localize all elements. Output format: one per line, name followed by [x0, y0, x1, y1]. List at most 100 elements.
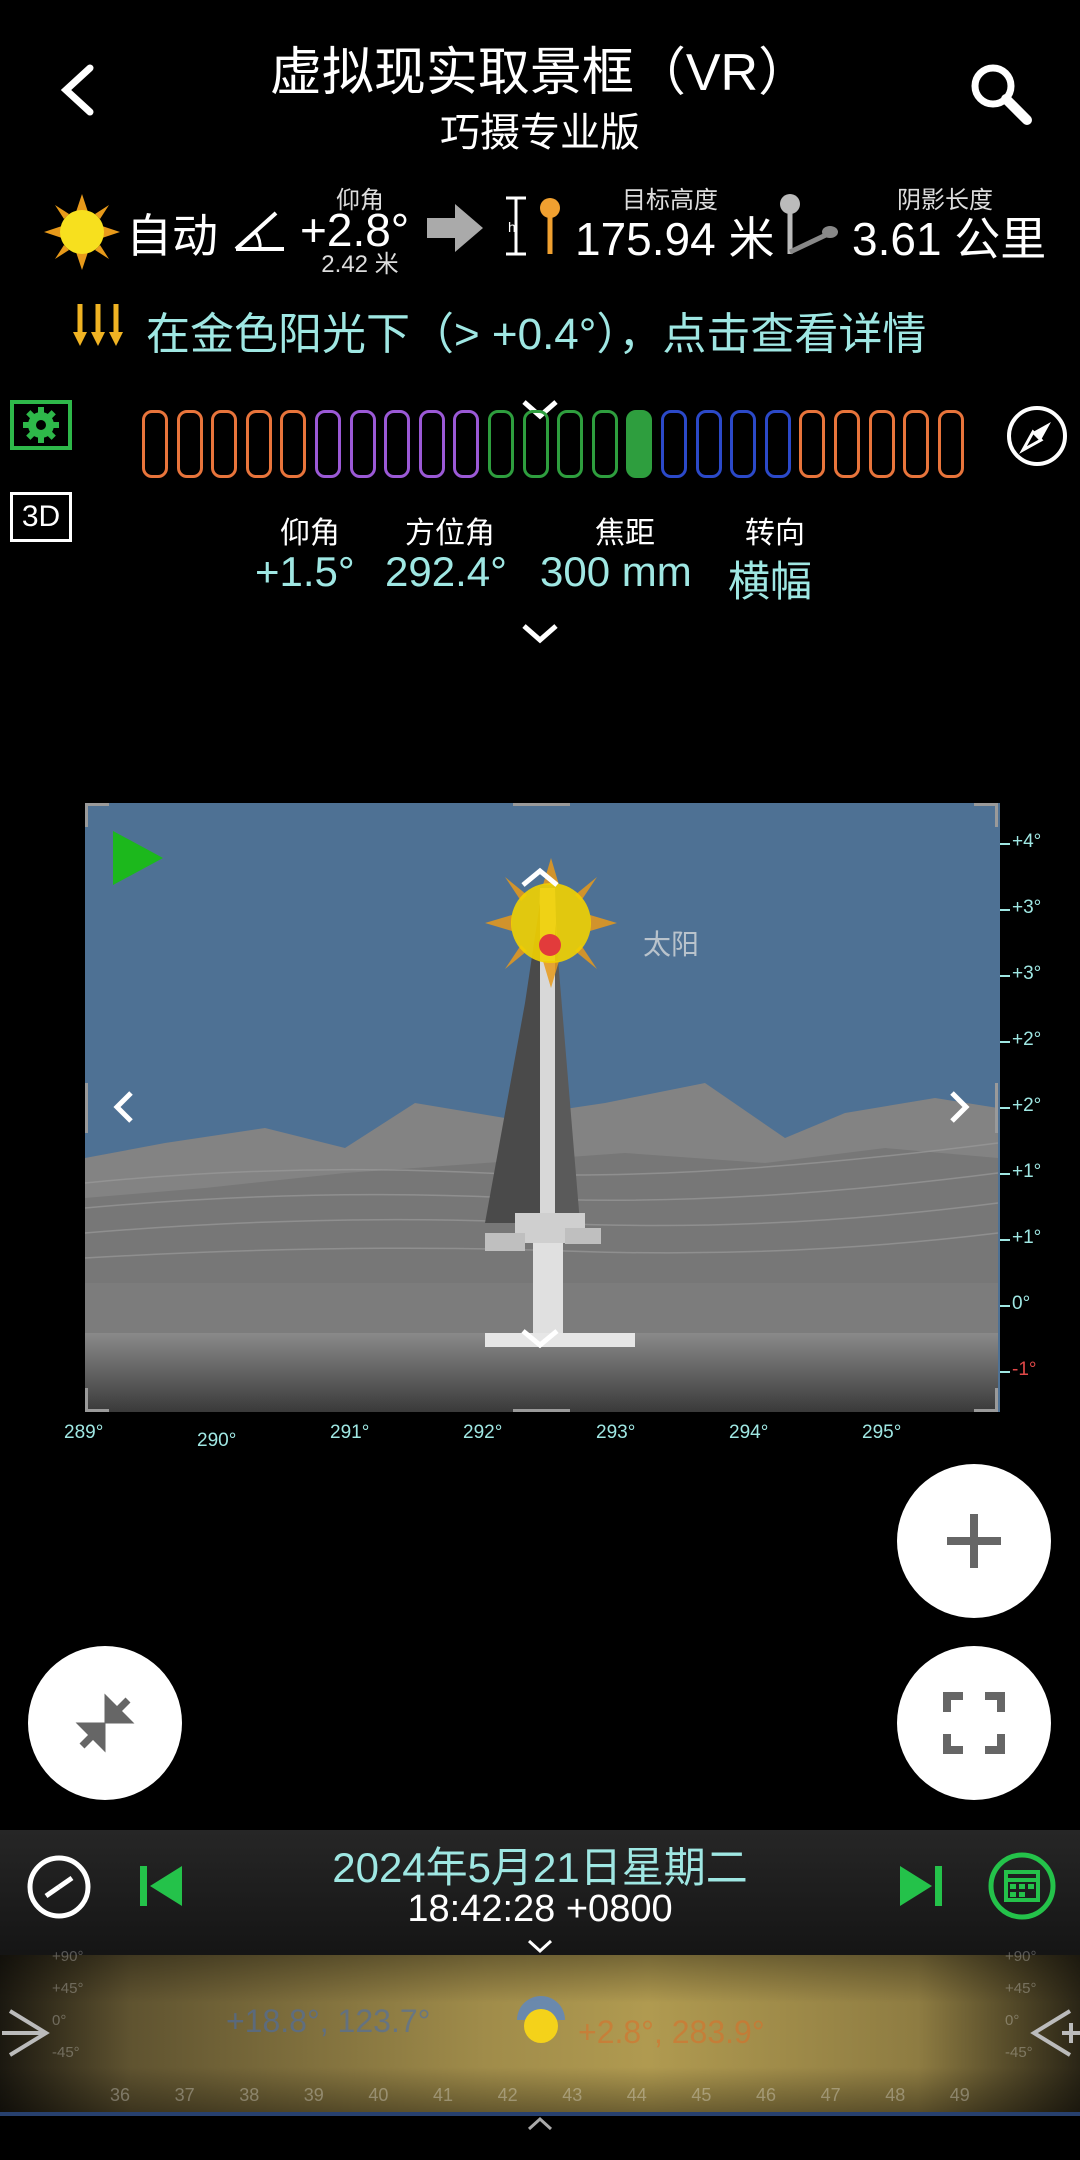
camera-focal-caption: 焦距	[595, 517, 655, 550]
timeline-left-arrow[interactable]	[0, 2005, 56, 2061]
expand-camera-button[interactable]	[520, 620, 560, 646]
camera-focal-value[interactable]: 300 mm	[540, 548, 692, 596]
elevation-tick-label: +4°	[1012, 831, 1042, 852]
three-d-label: 3D	[21, 500, 61, 533]
timeline-scale-label: +90°	[1005, 1948, 1037, 1965]
time-text[interactable]: 18:42:28 +0800	[200, 1888, 880, 1931]
light-phase-segment[interactable]	[661, 410, 687, 478]
skip-back-icon	[140, 1866, 182, 1906]
compass-icon	[1007, 406, 1067, 466]
elevation-tick-mark	[1000, 1239, 1010, 1241]
expand-timeline-button[interactable]	[527, 1938, 553, 1954]
elevation-tick-label: +1°	[1012, 1227, 1042, 1248]
elevation-tick-label: +2°	[1012, 1095, 1042, 1116]
elevation-tick-label: 0°	[1012, 1293, 1031, 1314]
azimuth-tick-label: 294°	[729, 1422, 769, 1443]
shadow-icon	[772, 192, 842, 262]
settings-button[interactable]	[10, 400, 72, 450]
arrow-right-icon	[425, 200, 485, 256]
light-phase-segment[interactable]	[695, 410, 722, 478]
viewfinder[interactable]: 太阳	[85, 803, 998, 1412]
fullscreen-icon	[943, 1692, 1005, 1754]
light-phase-segment[interactable]	[937, 410, 964, 478]
sunrays-icon	[73, 304, 123, 346]
camera-azimuth-value[interactable]: 292.4°	[385, 548, 507, 596]
light-phase-segment[interactable]	[453, 410, 480, 478]
light-phase-segment[interactable]	[245, 410, 272, 478]
date-text[interactable]: 2024年5月21日星期二	[200, 1834, 880, 1895]
light-phase-segment[interactable]	[211, 410, 238, 478]
timeline-hour-label: 42	[497, 2085, 518, 2105]
timeline-left-readout: +18.8°, 123.7°	[226, 2003, 431, 2039]
search-button[interactable]	[965, 58, 1035, 128]
golden-hour-banner[interactable]: 在金色阳光下（> +0.4°），点击查看详情	[70, 298, 1060, 359]
light-phase-segment[interactable]	[315, 410, 341, 478]
collapse-timeline-button[interactable]	[527, 2116, 553, 2132]
light-phase-segment[interactable]	[280, 410, 307, 478]
timeline-scale-label: +45°	[52, 1980, 84, 1997]
timeline-hour-label: 44	[626, 2085, 647, 2105]
calendar-button[interactable]	[988, 1852, 1056, 1920]
elevation-tick-mark	[1000, 1371, 1010, 1373]
calendar-icon	[988, 1852, 1056, 1920]
timeline-scale-label: 0°	[1005, 2012, 1020, 2029]
timeline-hour-label: 40	[368, 2085, 389, 2105]
camera-elevation-caption: 仰角	[280, 517, 340, 550]
elevation-tick-label: +3°	[1012, 963, 1042, 984]
timeline-scale-label: +90°	[52, 1948, 84, 1965]
elevation-tick-label: +3°	[1012, 897, 1042, 918]
light-phase-segment[interactable]	[626, 410, 653, 478]
compass-button[interactable]	[1005, 404, 1069, 468]
azimuth-tick-label: 295°	[862, 1422, 902, 1443]
light-phase-segment[interactable]	[799, 410, 826, 478]
light-phase-segment[interactable]	[349, 410, 376, 478]
light-phase-segment[interactable]	[868, 410, 895, 478]
timeline-hour-label: 41	[433, 2085, 454, 2105]
angle-icon	[232, 205, 288, 255]
light-phase-segment[interactable]	[834, 410, 860, 478]
elevation-tick-label: +2°	[1012, 1029, 1042, 1050]
timeline-hour-label: 45	[691, 2085, 712, 2105]
light-phase-segment[interactable]	[591, 410, 618, 478]
azimuth-tick-label: 293°	[596, 1422, 636, 1443]
three-d-button[interactable]: 3D	[10, 492, 72, 542]
camera-orientation-value[interactable]: 横幅	[728, 548, 812, 609]
timeline-scale-label: +45°	[1005, 1980, 1037, 1997]
camera-orientation-caption: 转向	[745, 517, 805, 550]
elevation-tick-mark	[1000, 1107, 1010, 1109]
plus-icon	[947, 1514, 1001, 1568]
azimuth-tick-label: 291°	[330, 1422, 370, 1443]
light-phase-segment[interactable]	[176, 410, 203, 478]
mode-label[interactable]: 自动	[126, 200, 218, 266]
chevron-up-icon	[527, 2116, 553, 2131]
light-phase-segment[interactable]	[522, 410, 549, 478]
fullscreen-button[interactable]	[897, 1646, 1051, 1800]
collapse-button[interactable]	[28, 1646, 182, 1800]
clock-button[interactable]	[24, 1852, 94, 1922]
svg-text:h: h	[508, 219, 516, 235]
light-phase-segment[interactable]	[557, 410, 584, 478]
light-phase-segment[interactable]	[730, 410, 757, 478]
timeline-hour-label: 49	[949, 2085, 970, 2105]
previous-button[interactable]	[138, 1862, 186, 1910]
timeline-hour-label: 36	[110, 2085, 131, 2105]
elevation-tick-mark	[1000, 909, 1010, 911]
light-phase-segment[interactable]	[142, 410, 168, 478]
light-phase-segment[interactable]	[384, 410, 411, 478]
timeline-hour-label: 47	[820, 2085, 841, 2105]
azimuth-tick-label: 292°	[463, 1422, 503, 1443]
light-phase-segment[interactable]	[418, 410, 445, 478]
light-phase-segment[interactable]	[903, 410, 930, 478]
light-phase-segment[interactable]	[764, 410, 791, 478]
timeline-right-readout: +2.8°, 283.9°	[578, 2014, 765, 2050]
timeline-sun-icon	[513, 1992, 569, 2048]
zoom-in-button[interactable]	[897, 1464, 1051, 1618]
target-height-value[interactable]: 175.94 米	[575, 203, 774, 269]
page-title: 虚拟现实取景框（VR）	[269, 44, 811, 102]
timeline-hour-label: 38	[239, 2085, 260, 2105]
next-button[interactable]	[896, 1862, 944, 1910]
sun-icon[interactable]	[42, 192, 122, 272]
timeline-hour-label: 39	[303, 2085, 324, 2105]
light-phase-segment[interactable]	[488, 410, 514, 478]
camera-elevation-value[interactable]: +1.5°	[255, 548, 355, 596]
